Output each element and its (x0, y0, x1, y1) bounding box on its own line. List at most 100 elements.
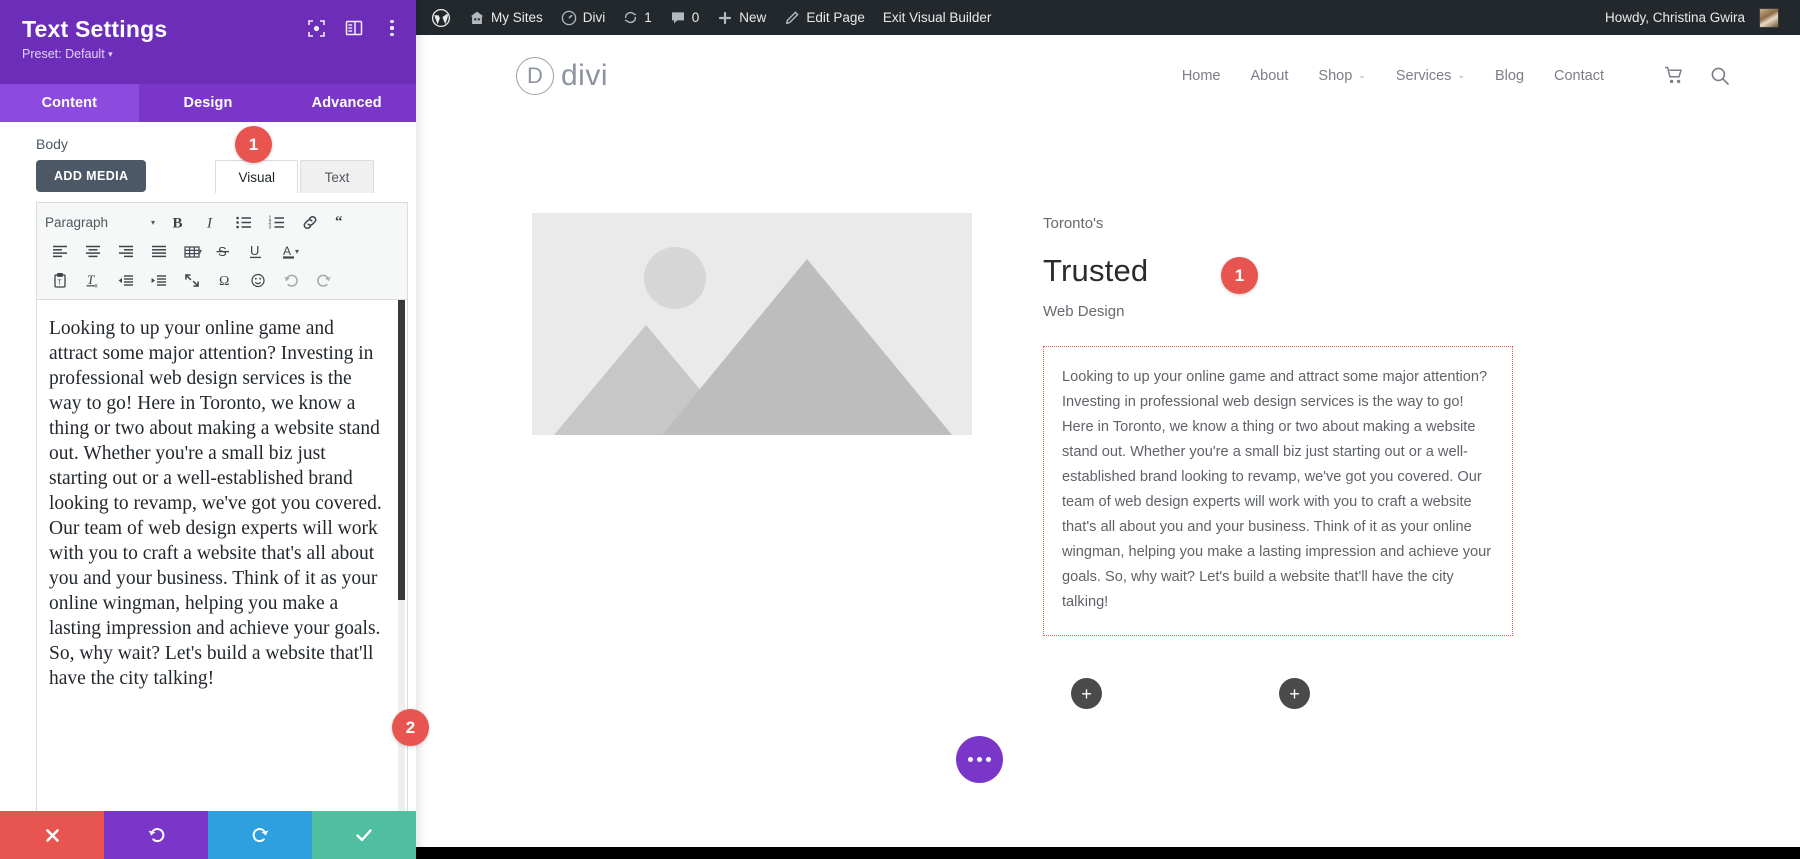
nav-label: Home (1182, 68, 1221, 84)
adminbar-label: Divi (583, 10, 606, 25)
more-options-icon[interactable] (382, 18, 402, 38)
app-root: Text Settings Preset: Default ▾ (0, 0, 1800, 859)
pencil-icon (784, 10, 800, 26)
add-module-button-right[interactable]: + (1279, 678, 1310, 709)
nav-label: Contact (1554, 68, 1604, 84)
tab-text[interactable]: Text (300, 160, 374, 193)
svg-text:I: I (206, 216, 213, 232)
settings-footer-actions (0, 811, 416, 859)
strikethrough-icon[interactable]: S (206, 238, 239, 265)
sub-heading-text: Web Design (1043, 301, 1513, 323)
panel-layout-icon[interactable] (344, 18, 364, 38)
adminbar-item-divi[interactable]: Divi (552, 0, 615, 35)
nav-item-shop[interactable]: Shop ⌄ (1318, 68, 1365, 84)
paragraph-format-select[interactable]: Paragraph ▾ (43, 210, 161, 235)
adminbar-item-exit-visual-builder[interactable]: Exit Visual Builder (874, 0, 1001, 35)
undo-icon[interactable] (274, 267, 307, 294)
updates-icon (623, 10, 638, 25)
wordpress-logo-icon[interactable] (422, 0, 460, 35)
content-column-right: Toronto's Trusted Web Design Looking to … (1043, 213, 1513, 636)
builder-main-menu-button[interactable] (956, 736, 1003, 783)
divi-dashboard-icon (561, 10, 577, 26)
nav-label: Services (1396, 68, 1452, 84)
outdent-icon[interactable] (109, 267, 142, 294)
indent-icon[interactable] (142, 267, 175, 294)
logo-wordmark: divi (561, 59, 608, 93)
blockquote-icon[interactable]: “ (326, 209, 359, 236)
toolbar-row-2: ▾ S U (43, 237, 401, 266)
fullscreen-icon[interactable] (175, 267, 208, 294)
placeholder-image[interactable] (532, 213, 972, 435)
bold-icon[interactable]: B (161, 209, 194, 236)
nav-item-blog[interactable]: Blog (1495, 68, 1524, 84)
svg-text:T: T (57, 280, 62, 287)
editor-body-text: Looking to up your online game and attra… (49, 316, 387, 691)
link-icon[interactable] (293, 209, 326, 236)
editor-content-area[interactable]: Looking to up your online game and attra… (36, 300, 408, 820)
align-right-icon[interactable] (109, 238, 142, 265)
nav-item-services[interactable]: Services ⌄ (1396, 68, 1465, 84)
numbered-list-icon[interactable]: 1 2 3 (260, 209, 293, 236)
site-header: D divi Home About Shop ⌄ Services ⌄ (416, 35, 1800, 117)
table-dropdown-caret-icon[interactable]: ▾ (198, 247, 202, 256)
content-column-left (532, 213, 1007, 636)
redo-button[interactable] (208, 811, 312, 859)
editor-scrollbar-thumb[interactable] (398, 300, 405, 600)
pre-heading-text: Toronto's (1043, 213, 1513, 235)
underline-icon[interactable]: U (239, 238, 272, 265)
table-icon[interactable] (175, 238, 208, 265)
cart-icon[interactable] (1664, 66, 1684, 85)
adminbar-item-comments[interactable]: 0 (661, 0, 709, 35)
add-module-row: + + (1071, 678, 1800, 709)
tab-advanced[interactable]: Advanced (277, 84, 416, 122)
adminbar-item-updates[interactable]: 1 (614, 0, 661, 35)
nav-item-contact[interactable]: Contact (1554, 68, 1604, 84)
tab-design[interactable]: Design (139, 84, 278, 122)
adminbar-item-new[interactable]: New (708, 0, 775, 35)
align-center-icon[interactable] (76, 238, 109, 265)
italic-icon[interactable]: I (194, 209, 227, 236)
nav-item-about[interactable]: About (1251, 68, 1289, 84)
add-module-button-left[interactable]: + (1071, 678, 1102, 709)
align-justify-icon[interactable] (142, 238, 175, 265)
settings-tabs: Content Design Advanced (0, 84, 416, 122)
settings-panel-header: Text Settings Preset: Default ▾ (0, 0, 416, 84)
undo-button[interactable] (104, 811, 208, 859)
settings-header-actions (306, 18, 402, 38)
text-module[interactable]: Looking to up your online game and attra… (1043, 346, 1513, 636)
special-character-icon[interactable]: Ω (208, 267, 241, 294)
add-media-button[interactable]: ADD MEDIA (36, 160, 146, 192)
tab-content[interactable]: Content (0, 84, 139, 122)
clear-formatting-icon[interactable]: T x (76, 267, 109, 294)
plus-icon (717, 10, 733, 26)
bulleted-list-icon[interactable] (227, 209, 260, 236)
settings-panel-body: Body ADD MEDIA Visual Text Paragraph ▾ (0, 122, 416, 859)
align-left-icon[interactable] (43, 238, 76, 265)
text-color-caret-icon[interactable]: ▾ (295, 247, 299, 256)
save-button[interactable] (312, 811, 416, 859)
wordpress-preview-area: My Sites Divi (416, 0, 1800, 859)
adminbar-item-edit-page[interactable]: Edit Page (775, 0, 874, 35)
tab-visual[interactable]: Visual (215, 160, 298, 193)
adminbar-label: Exit Visual Builder (883, 10, 992, 25)
logo-mark-icon: D (516, 57, 554, 95)
emoji-icon[interactable] (241, 267, 274, 294)
step-badge-1: 1 (235, 126, 272, 163)
preset-selector[interactable]: Preset: Default ▾ (22, 47, 398, 61)
paste-as-text-icon[interactable]: T (43, 267, 76, 294)
adminbar-label: 1 (644, 10, 652, 25)
step-badge-3: 2 (392, 709, 429, 746)
search-icon[interactable] (1710, 66, 1730, 86)
svg-text:“: “ (335, 214, 343, 230)
adminbar-item-my-sites[interactable]: My Sites (460, 0, 552, 35)
placeholder-mountain-large (662, 259, 952, 435)
nav-item-home[interactable]: Home (1182, 68, 1221, 84)
site-logo[interactable]: D divi (516, 57, 608, 95)
text-color-icon[interactable]: A (272, 238, 305, 265)
redo-icon[interactable] (307, 267, 340, 294)
adminbar-account-menu[interactable]: Howdy, Christina Gwira (1596, 0, 1788, 35)
editor-toolbar: Paragraph ▾ B I (36, 202, 408, 300)
cancel-button[interactable] (0, 811, 104, 859)
expand-view-icon[interactable] (306, 18, 326, 38)
nav-label: Blog (1495, 68, 1524, 84)
